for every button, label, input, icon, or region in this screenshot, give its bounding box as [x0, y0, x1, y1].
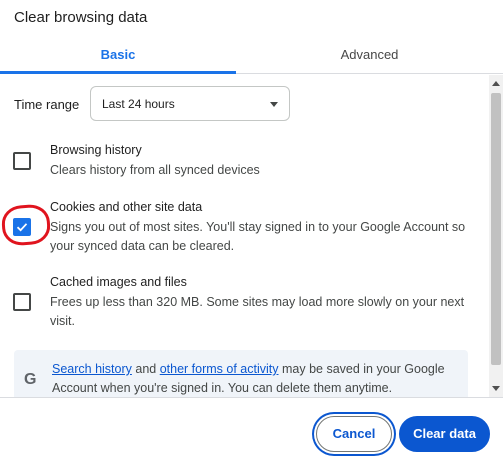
option-title: Cookies and other site data — [50, 200, 203, 214]
checkbox-cached-images[interactable] — [13, 293, 31, 311]
option-description: Frees up less than 320 MB. Some sites ma… — [50, 295, 465, 328]
checkbox-browsing-history[interactable] — [13, 152, 31, 170]
dialog-title: Clear browsing data — [14, 9, 148, 26]
checkmark-icon — [16, 223, 28, 232]
scroll-up-icon[interactable] — [492, 81, 500, 86]
search-history-link[interactable]: Search history — [52, 362, 132, 376]
tab-selected-indicator — [0, 71, 236, 74]
google-account-info-box: G Search history and other forms of acti… — [14, 350, 468, 397]
dropdown-arrow-icon — [270, 102, 278, 107]
info-text: Search history and other forms of activi… — [52, 360, 457, 397]
scroll-down-icon[interactable] — [492, 386, 500, 391]
tab-basic[interactable]: Basic — [0, 38, 236, 74]
cancel-button[interactable]: Cancel — [316, 416, 392, 452]
tab-bar: Basic Advanced — [0, 38, 503, 74]
option-description: Clears history from all synced devices — [50, 163, 260, 177]
checkbox-cookies[interactable] — [13, 218, 31, 236]
clear-data-button[interactable]: Clear data — [399, 416, 490, 452]
content-scrollbar[interactable] — [489, 75, 503, 397]
google-g-icon: G — [24, 371, 37, 388]
time-range-select[interactable]: Last 24 hours — [90, 86, 290, 121]
info-text-part: and — [131, 362, 160, 376]
dialog-content: Time range Last 24 hours Browsing histor… — [0, 75, 489, 397]
option-title: Browsing history — [50, 143, 142, 157]
dialog-footer: Cancel Clear data — [0, 397, 503, 464]
time-range-label: Time range — [14, 97, 80, 112]
tab-advanced[interactable]: Advanced — [236, 38, 503, 74]
other-activity-link[interactable]: other forms of activity — [160, 362, 279, 376]
scrollbar-thumb[interactable] — [491, 93, 501, 365]
time-range-value: Last 24 hours — [102, 97, 175, 111]
option-title: Cached images and files — [50, 275, 187, 289]
clear-browsing-data-dialog: Clear browsing data Basic Advanced Time … — [0, 0, 503, 464]
option-description: Signs you out of most sites. You'll stay… — [50, 220, 466, 253]
